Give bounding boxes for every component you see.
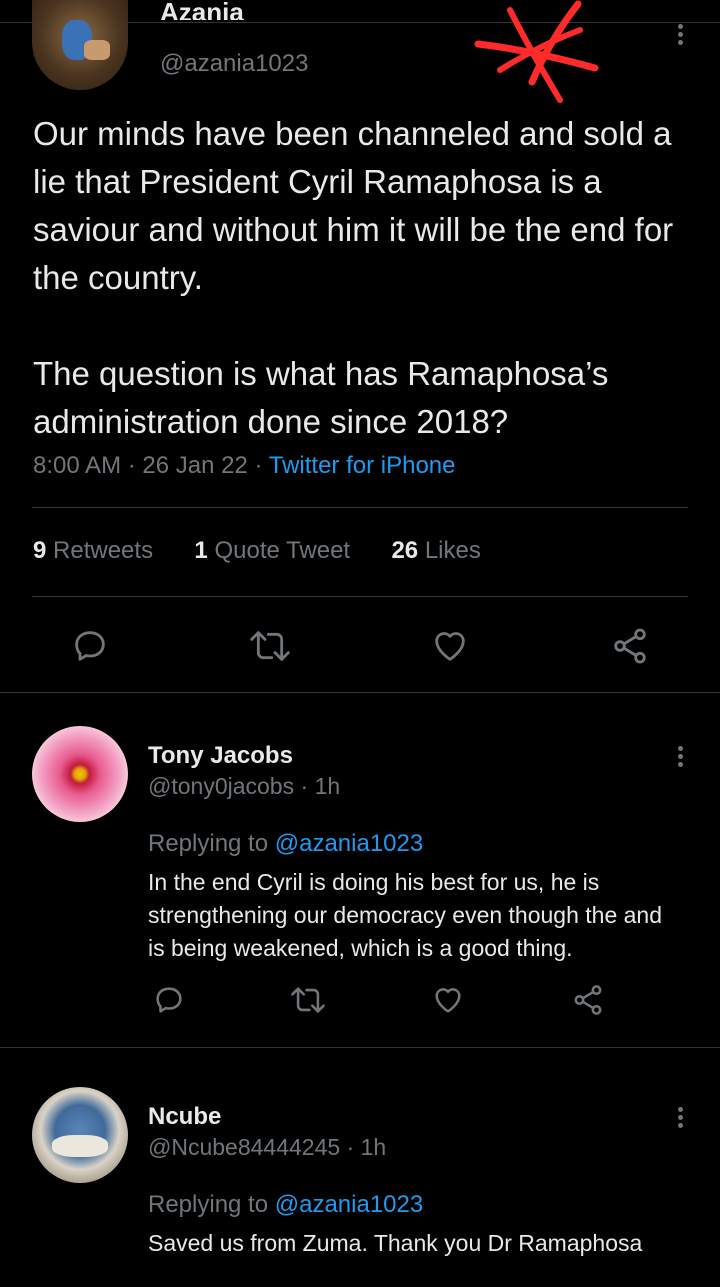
- reply-author-handle[interactable]: @Ncube84444245: [148, 1134, 340, 1160]
- reply-author-meta: @Ncube84444245 · 1h: [148, 1134, 387, 1160]
- reply-time[interactable]: 1h: [315, 773, 341, 799]
- tweet-source[interactable]: Twitter for iPhone: [269, 452, 456, 479]
- like-icon[interactable]: [430, 626, 470, 666]
- reply-author-meta: @tony0jacobs · 1h: [148, 773, 341, 799]
- share-icon[interactable]: [610, 626, 650, 666]
- replying-to-link[interactable]: @azania1023: [275, 1191, 423, 1218]
- reply-author-name[interactable]: Tony Jacobs: [148, 742, 293, 770]
- reply-text: Saved us from Zuma. Thank you Dr Ramapho…: [148, 1230, 643, 1256]
- reply-time[interactable]: 1h: [361, 1134, 387, 1160]
- reply-author-name[interactable]: Ncube: [148, 1103, 221, 1131]
- tweet-paragraph-2: The question is what has Ramaphosa’s adm…: [33, 355, 609, 440]
- likes-stat[interactable]: 26 Likes: [391, 537, 480, 564]
- divider: [0, 692, 720, 693]
- retweets-stat[interactable]: 9 Retweets: [33, 537, 153, 564]
- divider: [32, 596, 688, 597]
- replying-to: Replying to @azania1023: [148, 1191, 424, 1218]
- reply-avatar[interactable]: [32, 726, 128, 822]
- tweet-time: 8:00 AM: [33, 452, 122, 479]
- author-name[interactable]: Azania: [160, 0, 360, 20]
- divider: [32, 507, 688, 508]
- tweet-paragraph-1: Our minds have been channeled and sold a…: [33, 115, 674, 296]
- more-icon[interactable]: [676, 24, 684, 48]
- tweet-date[interactable]: 26 Jan 22: [142, 452, 247, 479]
- retweet-icon[interactable]: [248, 626, 292, 666]
- author-handle[interactable]: @azania1023: [160, 50, 308, 78]
- red-annotation-mark: [474, 0, 599, 103]
- reply-text: In the end Cyril is doing his best for u…: [148, 869, 663, 961]
- reply-icon[interactable]: [152, 983, 186, 1017]
- share-icon[interactable]: [571, 983, 605, 1017]
- retweet-icon[interactable]: [289, 983, 327, 1017]
- more-icon[interactable]: [676, 1107, 684, 1131]
- replying-to-link[interactable]: @azania1023: [275, 830, 423, 857]
- author-avatar[interactable]: [32, 0, 128, 90]
- tweet-stats: 9 Retweets 1 Quote Tweet 26 Likes: [33, 537, 481, 565]
- replying-to: Replying to @azania1023: [148, 830, 424, 857]
- more-icon[interactable]: [676, 746, 684, 770]
- like-icon[interactable]: [431, 983, 465, 1017]
- tweet-text: Our minds have been channeled and sold a…: [33, 110, 693, 446]
- divider: [0, 1047, 720, 1048]
- tweet-meta: 8:00 AM · 26 Jan 22 · Twitter for iPhone: [33, 452, 456, 479]
- reply-author-handle[interactable]: @tony0jacobs: [148, 773, 294, 799]
- reply-icon[interactable]: [70, 626, 110, 666]
- quotes-stat[interactable]: 1 Quote Tweet: [194, 537, 350, 564]
- reply-avatar[interactable]: [32, 1087, 128, 1183]
